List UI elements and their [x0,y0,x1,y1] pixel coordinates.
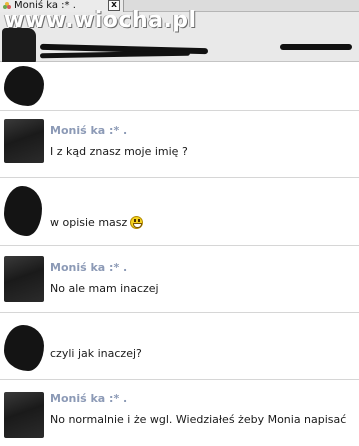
chat-message: czyli jak inaczej? [0,313,359,380]
message-text: No normalnie i że wgl. Wiedziałeś żeby M… [50,413,347,426]
message-text: czyli jak inaczej? [50,347,142,360]
watermark: www.wiocha.pl [4,8,197,33]
message-text: No ale mam inaczej [50,282,159,295]
grin-smiley-icon [130,216,144,229]
message-text-content: w opisie masz [50,216,128,229]
message-text: I z kąd znasz moje imię ? [50,145,188,158]
censor-scribble [39,50,191,59]
sender-name[interactable]: Moniś ka :* . [50,392,127,405]
chat-message: w opisie masz [0,178,359,246]
sender-name[interactable]: Moniś ka :* . [50,261,127,274]
avatar[interactable] [4,256,44,302]
message-text: w opisie masz [50,216,144,229]
censored-avatar [4,325,44,371]
censored-avatar [4,186,42,236]
censored-avatar [2,28,36,66]
avatar[interactable] [4,392,44,438]
chat-message [0,62,359,111]
chat-message: Moniś ka :* . I z kąd znasz moje imię ? [0,111,359,178]
sender-name[interactable]: Moniś ka :* . [50,124,127,137]
avatar[interactable] [4,119,44,163]
chat-message: Moniś ka :* . No normalnie i że wgl. Wie… [0,380,359,446]
censor-scribble [280,44,352,50]
censored-avatar [4,66,44,106]
chat-message: Moniś ka :* . No ale mam inaczej [0,246,359,313]
